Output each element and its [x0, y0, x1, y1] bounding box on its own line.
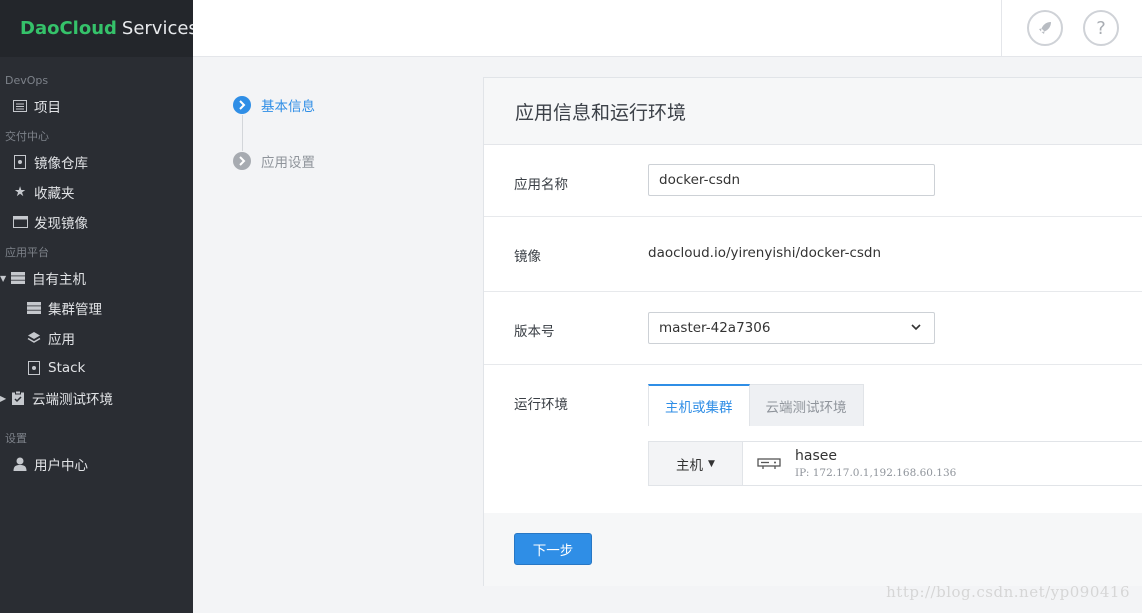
host-name: hasee	[795, 447, 837, 464]
tab-host-or-cluster[interactable]: 主机或集群	[648, 384, 750, 426]
tab-cloud-test-env[interactable]: 云端测试环境	[749, 384, 864, 426]
brand-part2: Services	[121, 18, 198, 39]
header-divider	[1001, 0, 1002, 57]
next-step-button[interactable]: 下一步	[514, 533, 592, 565]
version-select[interactable]: master-42a7306	[648, 312, 935, 344]
sidebar-item-label: 集群管理	[48, 302, 102, 318]
sidebar-item-label: Stack	[48, 360, 86, 376]
sidebar-item-label: 发现镜像	[34, 216, 88, 232]
top-header: ?	[193, 0, 1142, 57]
section-devops: DevOps	[5, 74, 49, 87]
host-entry[interactable]: hasee IP: 172.17.0.1,192.168.60.136	[743, 442, 956, 485]
app-info-card: 应用信息和运行环境 应用名称 镜像 daocloud.io/yirenyishi…	[483, 77, 1142, 586]
chevron-right-icon	[233, 96, 251, 114]
help-button[interactable]: ?	[1083, 10, 1119, 46]
version-selected-value: master-42a7306	[659, 320, 771, 336]
cluster-icon	[26, 300, 42, 316]
rocket-icon	[1039, 22, 1051, 34]
sidebar-item-image-repo[interactable]: 镜像仓库	[0, 147, 193, 177]
project-list-icon	[12, 98, 28, 114]
sidebar-item-own-hosts[interactable]: ▼ 自有主机	[0, 263, 193, 293]
caret-down-icon: ▼	[0, 273, 7, 283]
rocket-button[interactable]	[1027, 10, 1063, 46]
app-name-input[interactable]	[648, 164, 935, 196]
chevron-right-icon	[233, 152, 251, 170]
version-label: 版本号	[514, 324, 555, 340]
row-app-name: 应用名称	[484, 145, 1142, 217]
image-label: 镜像	[514, 249, 541, 265]
row-image: 镜像 daocloud.io/yirenyishi/docker-csdn	[484, 217, 1142, 292]
sidebar-item-cloud-test-env[interactable]: ▶ 云端测试环境	[0, 383, 193, 413]
image-repo-icon	[12, 154, 28, 170]
sidebar-item-cluster-mgmt[interactable]: 集群管理	[0, 293, 193, 323]
sidebar-item-projects[interactable]: 项目	[0, 91, 193, 121]
host-selector: 主机 ▼ hasee IP: 172.17.0.1,192.168.60.136	[648, 441, 1142, 486]
server-list-icon	[10, 270, 26, 286]
caret-down-icon: ▼	[708, 458, 715, 469]
sidebar-item-discover-images[interactable]: 发现镜像	[0, 207, 193, 237]
sidebar-item-label: 项目	[34, 100, 61, 116]
brand-part1: DaoCloud	[20, 18, 117, 39]
layers-icon	[26, 330, 42, 346]
star-icon: ★	[13, 184, 27, 200]
sidebar-item-label: 收藏夹	[34, 186, 75, 202]
discover-icon	[12, 214, 28, 230]
stack-icon	[26, 360, 42, 376]
host-text: hasee IP: 172.17.0.1,192.168.60.136	[795, 447, 956, 481]
row-version: 版本号 master-42a7306	[484, 292, 1142, 365]
sidebar-item-label: 云端测试环境	[32, 392, 113, 408]
runtime-tabs: 主机或集群 云端测试环境	[648, 384, 864, 426]
step-label: 基本信息	[261, 99, 315, 115]
step-connector	[242, 115, 243, 151]
runtime-label: 运行环境	[514, 397, 568, 413]
watermark: http://blog.csdn.net/yp090416	[886, 583, 1130, 601]
image-value: daocloud.io/yirenyishi/docker-csdn	[648, 245, 882, 261]
sidebar-item-stack[interactable]: Stack	[0, 353, 193, 383]
sidebar-item-user-center[interactable]: 用户中心	[0, 449, 193, 479]
brand-logo[interactable]: DaoCloud Services	[0, 0, 198, 57]
sidebar-item-label: 用户中心	[34, 458, 88, 474]
step-label: 应用设置	[261, 155, 315, 171]
clipboard-icon	[10, 390, 26, 406]
sidebar-item-label: 应用	[48, 332, 75, 348]
host-type-label: 主机	[676, 457, 704, 474]
step-basic-info[interactable]: 基本信息	[233, 95, 315, 115]
sidebar: DaoCloud Services DevOps 项目 交付中心 镜像仓库 ★ …	[0, 0, 198, 613]
user-icon	[12, 456, 28, 472]
chevron-down-icon	[911, 324, 921, 331]
server-icon	[757, 457, 781, 469]
card-footer: 下一步	[484, 513, 1142, 586]
section-settings: 设置	[5, 432, 27, 445]
sidebar-item-apps[interactable]: 应用	[0, 323, 193, 353]
host-type-dropdown[interactable]: 主机 ▼	[649, 442, 743, 485]
card-title: 应用信息和运行环境	[484, 78, 1142, 145]
row-runtime: 运行环境 主机或集群 云端测试环境 主机 ▼ hasee IP: 172.17.…	[484, 365, 1142, 513]
question-icon: ?	[1096, 17, 1106, 39]
host-ip: IP: 172.17.0.1,192.168.60.136	[795, 466, 957, 479]
wizard-steps: 基本信息 应用设置	[233, 95, 315, 171]
section-platform: 应用平台	[5, 246, 49, 259]
step-app-settings[interactable]: 应用设置	[233, 151, 315, 171]
app-name-label: 应用名称	[514, 177, 568, 193]
sidebar-item-favorites[interactable]: ★ 收藏夹	[0, 177, 193, 207]
sidebar-item-label: 自有主机	[32, 272, 86, 288]
section-delivery: 交付中心	[5, 130, 49, 143]
sidebar-item-label: 镜像仓库	[34, 156, 88, 172]
caret-right-icon: ▶	[0, 393, 7, 403]
